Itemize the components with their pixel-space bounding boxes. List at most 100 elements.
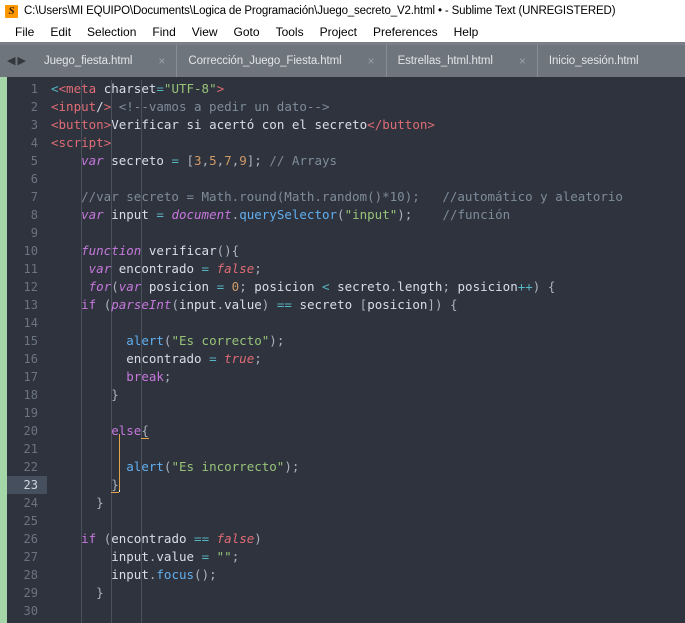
code-lines: 1 <<meta charset="UTF-8"> 2 <input/> <!--va…	[7, 80, 685, 623]
tab-close-icon[interactable]: ×	[519, 54, 526, 68]
code-line[interactable]: 30	[7, 602, 685, 620]
tab-next-arrow-icon[interactable]: ▶	[17, 55, 25, 67]
code-text[interactable]: input.focus();	[47, 566, 685, 584]
code-canvas[interactable]: 1 <<meta charset="UTF-8"> 2 <input/> <!--va…	[7, 77, 685, 623]
code-text[interactable]: if (parseInt(input.value) == secreto [po…	[47, 296, 685, 314]
code-line[interactable]: 18 }	[7, 386, 685, 404]
code-line[interactable]: 1 <<meta charset="UTF-8">	[7, 80, 685, 98]
code-line[interactable]: 21	[7, 440, 685, 458]
line-number: 7	[30, 190, 38, 204]
tab-correccion-juego-fiesta[interactable]: Corrección_Juego_Fiesta.html ×	[176, 45, 385, 77]
tab-estrellas-html[interactable]: Estrellas_html.html ×	[385, 45, 537, 77]
code-line[interactable]: 19	[7, 404, 685, 422]
code-line[interactable]: 12 for(var posicion = 0; posicion < secr…	[7, 278, 685, 296]
line-number: 17	[23, 370, 38, 384]
code-line[interactable]: 27 input.value = "";	[7, 548, 685, 566]
tab-close-icon[interactable]: ×	[158, 54, 165, 68]
code-text[interactable]: for(var posicion = 0; posicion < secreto…	[47, 278, 685, 296]
code-text[interactable]: var encontrado = false;	[47, 260, 685, 278]
menu-item-goto[interactable]: Goto	[226, 25, 268, 39]
code-text[interactable]: }	[47, 476, 685, 494]
line-number: 10	[23, 244, 38, 258]
code-text[interactable]: <input/> <!--vamos a pedir un dato-->	[47, 98, 685, 116]
bracket-scope-indicator	[118, 434, 120, 490]
code-line[interactable]: 10 function verificar(){	[7, 242, 685, 260]
menu-item-edit[interactable]: Edit	[42, 25, 79, 39]
tab-prev-arrow-icon[interactable]: ◀	[7, 55, 15, 67]
code-text[interactable]: var secreto = [3,5,7,9]; // Arrays	[47, 152, 685, 170]
line-number: 28	[23, 568, 38, 582]
code-line[interactable]: 14	[7, 314, 685, 332]
menu-item-help[interactable]: Help	[446, 25, 487, 39]
code-line[interactable]: 20 else{	[7, 422, 685, 440]
code-line[interactable]: 22 alert("Es incorrecto");	[7, 458, 685, 476]
code-line[interactable]: 11 var encontrado = false;	[7, 260, 685, 278]
menu-item-selection[interactable]: Selection	[79, 25, 144, 39]
code-text[interactable]: else{	[47, 422, 685, 440]
code-text[interactable]: }	[47, 494, 685, 512]
code-text[interactable]: <script>	[47, 134, 685, 152]
code-text[interactable]: alert("Es incorrecto");	[47, 458, 685, 476]
code-text[interactable]: }	[47, 584, 685, 602]
line-number: 22	[23, 460, 38, 474]
menu-item-preferences[interactable]: Preferences	[365, 25, 446, 39]
menu-item-file[interactable]: File	[7, 25, 42, 39]
code-line[interactable]: 23 }	[7, 476, 685, 494]
code-line[interactable]: 13 if (parseInt(input.value) == secreto …	[7, 296, 685, 314]
menu-item-find[interactable]: Find	[144, 25, 183, 39]
tab-juego-fiesta[interactable]: Juego_fiesta.html ×	[33, 45, 176, 77]
code-text[interactable]: break;	[47, 368, 685, 386]
line-number: 26	[23, 532, 38, 546]
code-text[interactable]: if (encontrado == false)	[47, 530, 685, 548]
tab-bar: ◀ ▶ Juego_fiesta.html × Corrección_Juego…	[0, 45, 685, 77]
code-line[interactable]: 17 break;	[7, 368, 685, 386]
window-title: C:\Users\MI EQUIPO\Documents\Logica de P…	[24, 5, 616, 17]
code-line[interactable]: 9	[7, 224, 685, 242]
editor-area[interactable]: 1 <<meta charset="UTF-8"> 2 <input/> <!--va…	[0, 77, 685, 623]
code-text[interactable]: input.value = "";	[47, 548, 685, 566]
tab-close-icon[interactable]: ×	[368, 54, 375, 68]
code-line[interactable]: 5 var secreto = [3,5,7,9]; // Arrays	[7, 152, 685, 170]
line-number: 9	[30, 226, 38, 240]
bracket-match-underline: {	[141, 423, 149, 439]
line-number: 1	[30, 82, 38, 96]
line-number: 12	[23, 280, 38, 294]
title-bar: C:\Users\MI EQUIPO\Documents\Logica de P…	[0, 0, 685, 22]
code-text[interactable]: }	[47, 386, 685, 404]
tab-label: Estrellas_html.html	[397, 55, 493, 67]
line-number: 13	[23, 298, 38, 312]
code-text[interactable]: encontrado = true;	[47, 350, 685, 368]
line-number: 16	[23, 352, 38, 366]
code-line[interactable]: 7 //var secreto = Math.round(Math.random…	[7, 188, 685, 206]
tab-inicio-sesion[interactable]: Inicio_sesión.html	[536, 45, 650, 77]
line-number: 21	[23, 442, 38, 456]
code-text[interactable]: <<meta charset="UTF-8">	[47, 80, 685, 98]
code-line[interactable]: 26 if (encontrado == false)	[7, 530, 685, 548]
code-line[interactable]: 3 <button>Verificar si acertó con el secr…	[7, 116, 685, 134]
code-line[interactable]: 15 alert("Es correcto");	[7, 332, 685, 350]
code-line[interactable]: 8 var input = document.querySelector("in…	[7, 206, 685, 224]
code-text[interactable]: function verificar(){	[47, 242, 685, 260]
tab-navigation: ◀ ▶	[0, 45, 33, 77]
code-text[interactable]: <button>Verificar si acertó con el secre…	[47, 116, 685, 134]
line-number: 23	[7, 476, 47, 494]
code-text[interactable]: var input = document.querySelector("inpu…	[47, 206, 685, 224]
line-number: 15	[23, 334, 38, 348]
code-text[interactable]: //var secreto = Math.round(Math.random()…	[47, 188, 685, 206]
menu-item-view[interactable]: View	[184, 25, 226, 39]
tab-label: Juego_fiesta.html	[43, 55, 133, 67]
code-text[interactable]: alert("Es correcto");	[47, 332, 685, 350]
menu-item-tools[interactable]: Tools	[268, 25, 312, 39]
code-line[interactable]: 4 <script>	[7, 134, 685, 152]
line-number: 20	[23, 424, 38, 438]
code-line[interactable]: 6	[7, 170, 685, 188]
code-line[interactable]: 16 encontrado = true;	[7, 350, 685, 368]
code-line[interactable]: 25	[7, 512, 685, 530]
code-line[interactable]: 24 }	[7, 494, 685, 512]
code-line[interactable]: 2 <input/> <!--vamos a pedir un dato-->	[7, 98, 685, 116]
menu-item-project[interactable]: Project	[312, 25, 365, 39]
code-line[interactable]: 29 }	[7, 584, 685, 602]
line-number: 3	[30, 118, 38, 132]
code-line[interactable]: 28 input.focus();	[7, 566, 685, 584]
line-number: 8	[30, 208, 38, 222]
